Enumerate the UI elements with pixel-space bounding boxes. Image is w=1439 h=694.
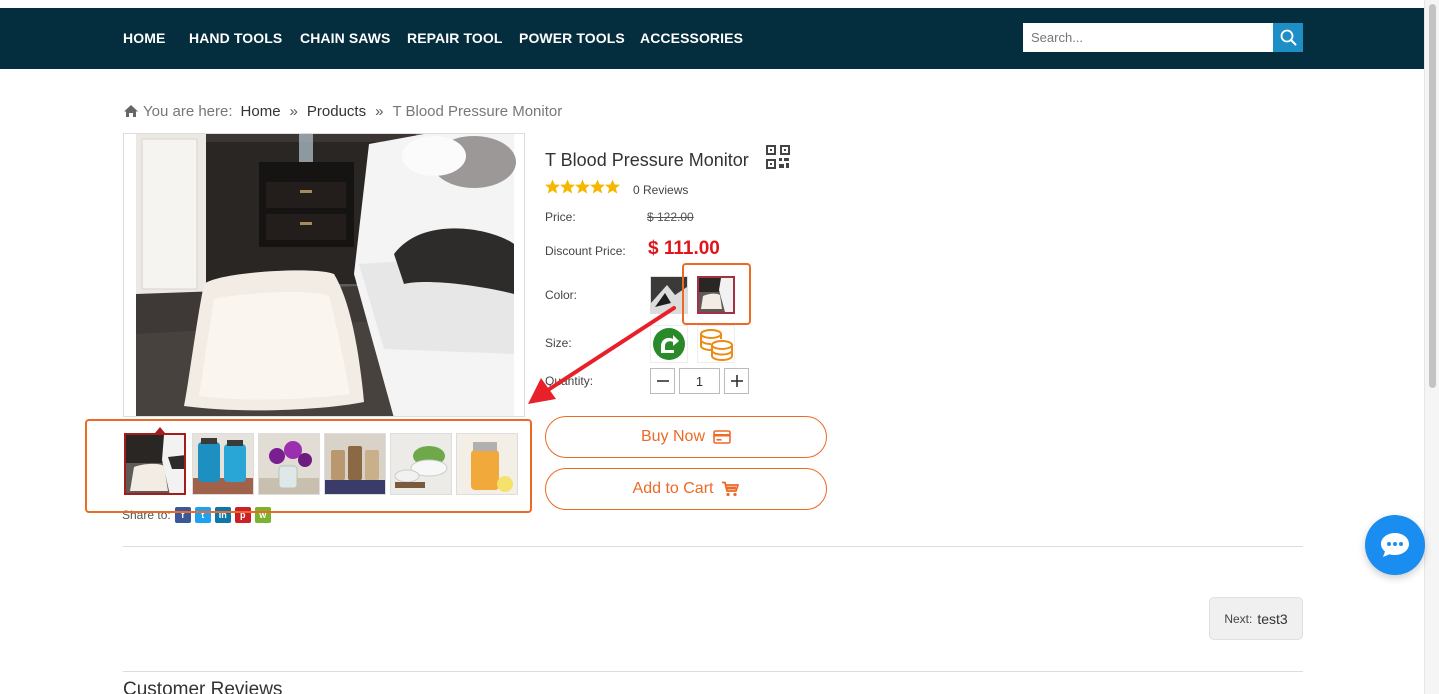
discount-price: $ 111.00: [648, 238, 720, 259]
main-product-image[interactable]: [123, 133, 525, 417]
breadcrumb-prefix: You are here:: [143, 102, 233, 120]
star-icon: [605, 179, 620, 194]
chat-icon: [1381, 533, 1409, 557]
next-product-button[interactable]: Next: test3: [1209, 597, 1303, 640]
thumbnail-3[interactable]: [258, 433, 320, 495]
next-label: Next:: [1224, 611, 1253, 626]
annotation-arrow: [528, 306, 676, 404]
share-bar: Share to: f t in p w: [122, 507, 271, 523]
discount-price-label: Discount Price:: [545, 244, 626, 258]
thumbnail-4[interactable]: [324, 433, 386, 495]
twitter-icon[interactable]: t: [194, 507, 211, 523]
search-input[interactable]: [1023, 23, 1273, 52]
facebook-icon[interactable]: f: [174, 507, 191, 523]
thumbnail-2[interactable]: [192, 433, 254, 495]
star-icon: [545, 179, 560, 194]
reviews-count-link[interactable]: 0 Reviews: [633, 183, 688, 197]
star-icon: [575, 179, 590, 194]
breadcrumb-home[interactable]: Home: [241, 103, 281, 120]
home-icon: [124, 105, 138, 117]
active-thumbnail-indicator: [155, 427, 165, 433]
size-option-2[interactable]: [697, 325, 735, 363]
add-to-cart-button[interactable]: Add to Cart: [545, 468, 827, 510]
qr-code-icon[interactable]: [766, 145, 790, 169]
section-divider: [123, 546, 1303, 547]
next-product-title: test3: [1257, 610, 1288, 627]
wechat-icon[interactable]: w: [254, 507, 271, 523]
search-icon: [1280, 29, 1296, 46]
star-icon: [590, 179, 605, 194]
live-chat-button[interactable]: [1365, 515, 1425, 575]
thumbnail-6[interactable]: [456, 433, 518, 495]
breadcrumb-current: T Blood Pressure Monitor: [392, 102, 563, 120]
original-price: $ 122.00: [647, 210, 694, 224]
share-label: Share to:: [122, 508, 171, 522]
search-button[interactable]: [1273, 23, 1303, 52]
nav-accessories[interactable]: ACCESSORIES: [640, 30, 743, 46]
product-title: T Blood Pressure Monitor: [545, 150, 749, 170]
nav-chain-saws[interactable]: CHAIN SAWS: [300, 30, 390, 46]
breadcrumb-separator: »: [375, 102, 384, 120]
nav-home[interactable]: HOME: [123, 30, 165, 46]
coin-stack-icon: [700, 329, 733, 361]
main-navbar: HOME HAND TOOLS CHAIN SAWS REPAIR TOOL P…: [0, 8, 1424, 69]
thumbnail-1[interactable]: [124, 433, 186, 495]
pinterest-icon[interactable]: p: [234, 507, 251, 523]
nav-power-tools[interactable]: POWER TOOLS: [519, 30, 625, 46]
section-divider: [123, 671, 1303, 672]
quantity-increase-button[interactable]: [724, 368, 749, 394]
thumbnail-5[interactable]: [390, 433, 452, 495]
scrollbar-thumb[interactable]: [1429, 4, 1436, 388]
breadcrumb-products[interactable]: Products: [307, 103, 366, 120]
rating-stars: [545, 179, 621, 195]
color-swatch-2[interactable]: [697, 276, 735, 314]
top-strip: [0, 0, 1424, 8]
breadcrumb: You are here: Home » Products » T Blood …: [123, 101, 562, 121]
buy-now-label: Buy Now: [640, 428, 706, 445]
breadcrumb-separator: »: [289, 102, 298, 120]
nav-repair-tool[interactable]: REPAIR TOOL: [407, 30, 502, 46]
credit-card-icon: [713, 430, 731, 444]
plus-icon: [730, 375, 743, 387]
star-icon: [560, 179, 575, 194]
linkedin-icon[interactable]: in: [214, 507, 231, 523]
price-label: Price:: [545, 210, 576, 224]
cart-icon: [722, 481, 740, 497]
nav-hand-tools[interactable]: HAND TOOLS: [189, 30, 282, 46]
add-to-cart-label: Add to Cart: [632, 480, 714, 497]
customer-reviews-heading: Customer Reviews: [123, 679, 283, 694]
buy-now-button[interactable]: Buy Now: [545, 416, 827, 458]
page-scrollbar[interactable]: [1424, 0, 1439, 694]
